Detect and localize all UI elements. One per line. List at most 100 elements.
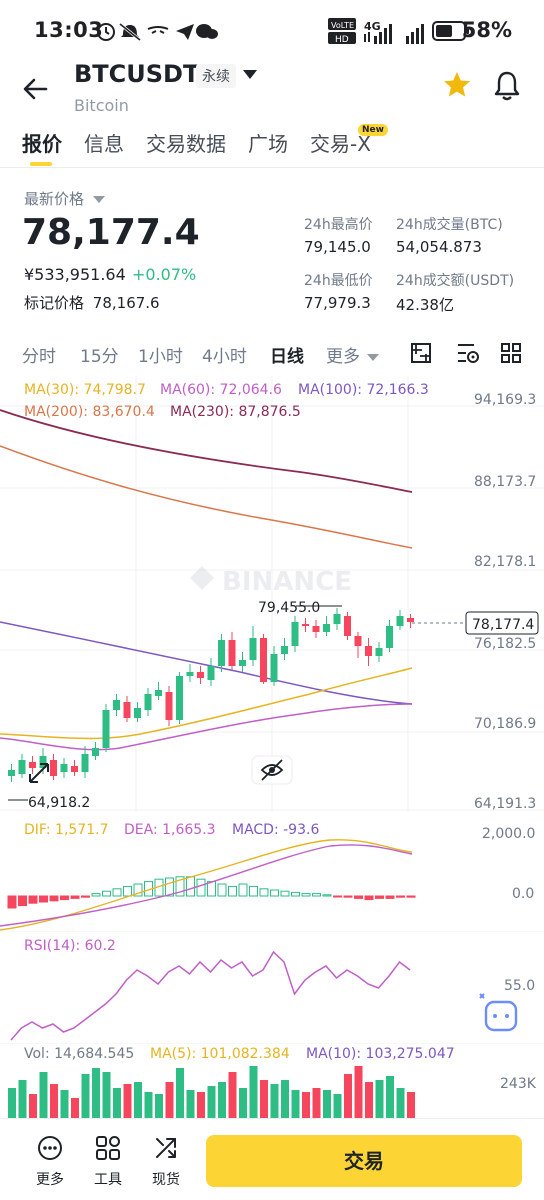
svg-text:HD: HD — [335, 35, 349, 45]
candle-body — [333, 614, 341, 624]
interval-more[interactable]: 更多 — [326, 342, 380, 367]
volume-bar — [71, 1098, 79, 1118]
volume-bar — [186, 1090, 195, 1118]
candle-body — [249, 638, 257, 660]
chart-settings-icon[interactable] — [410, 342, 432, 364]
tab-quote[interactable]: 报价 — [22, 128, 62, 157]
candle-body — [291, 622, 299, 646]
volume-bar — [396, 1088, 405, 1118]
status-icons-right: VoLTE HD 4G — [328, 18, 424, 45]
macd-bar — [60, 895, 69, 901]
y-tick-4: 70,186.9 — [474, 716, 536, 732]
candle-body — [239, 660, 246, 666]
candle-body — [102, 710, 110, 748]
volume-bar — [81, 1074, 90, 1118]
macd-bar — [270, 889, 279, 897]
pair-fullname: Bitcoin — [74, 96, 129, 115]
ai-assistant-icon[interactable] — [479, 993, 518, 1032]
macd-bar — [49, 895, 59, 902]
macd-bar — [301, 893, 311, 897]
macd-bar — [112, 888, 122, 897]
candle-body — [365, 646, 372, 656]
favorite-star-icon[interactable] — [442, 70, 472, 100]
ma200-legend: MA(200): 83,670.4 — [24, 404, 155, 420]
volume-bar — [291, 1090, 300, 1118]
macd-bar — [280, 890, 290, 897]
tools-grid-icon — [96, 1136, 120, 1160]
y-tick-2: 82,178.1 — [474, 554, 536, 570]
interval-1d[interactable]: 日线 — [270, 342, 304, 367]
volume-ma10: MA(10): 103,275.047 — [306, 1046, 455, 1062]
macd-bar — [217, 883, 227, 897]
volume-bar — [123, 1084, 132, 1118]
more-button[interactable]: 更多 — [28, 1135, 72, 1189]
candle-body — [281, 646, 288, 654]
macd-bar — [196, 878, 206, 897]
volume-bar — [260, 1080, 268, 1118]
candle-body — [165, 692, 173, 720]
high-marker: 79,455.0 — [258, 600, 320, 616]
volume-bar — [197, 1092, 205, 1118]
candle-body — [123, 702, 131, 718]
svg-text:BINANCE: BINANCE — [222, 567, 352, 597]
trade-button[interactable]: 交易 — [206, 1135, 522, 1187]
mark-price-label: 标记价格 — [24, 294, 85, 312]
macd-tick-zero: 0.0 — [512, 886, 534, 902]
macd-bar — [91, 893, 101, 897]
latest-price-label[interactable]: 最新价格 — [24, 188, 105, 209]
volume-bar — [60, 1090, 69, 1118]
volume-bars — [8, 1066, 415, 1118]
stat-vol-btc-label: 24h成交量(BTC) — [396, 217, 503, 233]
status-bar: 13:03 VoLTE HD 4G 58% — [0, 0, 544, 62]
y-tick-3: 76,182.5 — [474, 636, 536, 652]
tab-trading-data[interactable]: 交易数据 — [146, 128, 226, 157]
candle-body — [8, 770, 15, 776]
ma100-legend: MA(100): 72,166.3 — [298, 382, 429, 398]
macd-bar — [259, 888, 269, 897]
volume-bar — [18, 1080, 27, 1118]
candle-body — [81, 754, 89, 772]
binance-watermark: BINANCE — [190, 566, 352, 597]
interval-1h[interactable]: 1小时 — [138, 342, 183, 367]
pair-symbol[interactable]: BTCUSDT — [74, 60, 199, 88]
candle-body — [60, 764, 68, 772]
macd-bar — [312, 893, 321, 897]
svg-text:4G: 4G — [364, 20, 381, 33]
latest-price-caret-icon — [92, 196, 105, 203]
interval-4h[interactable]: 4小时 — [202, 342, 247, 367]
volume-bar — [155, 1094, 163, 1118]
candle-body — [386, 626, 393, 648]
ma60-legend: MA(60): 72,064.6 — [160, 382, 282, 398]
volume-bar — [344, 1074, 352, 1118]
volume-bar — [134, 1082, 142, 1118]
interval-15m[interactable]: 15分 — [80, 342, 119, 367]
candle-body — [396, 616, 404, 626]
layout-grid-icon[interactable] — [500, 342, 522, 364]
indicator-settings-icon[interactable] — [456, 342, 480, 364]
interval-time[interactable]: 分时 — [22, 342, 56, 367]
candle-body — [155, 690, 162, 696]
ma30-legend: MA(30): 74,798.7 — [24, 382, 146, 398]
candle-body — [302, 624, 309, 626]
candle-body — [134, 708, 141, 718]
candle-body — [354, 636, 362, 646]
tools-button[interactable]: 工具 — [86, 1135, 130, 1189]
macd-tick-top: 2,000.0 — [482, 826, 535, 842]
pair-dropdown-caret-icon[interactable] — [242, 68, 258, 80]
macd-bar — [385, 895, 395, 899]
tab-info[interactable]: 信息 — [84, 128, 124, 157]
candlestick-chart[interactable]: BINANCE 78,177.4 79,455.0 64,918.2 94,16… — [0, 376, 544, 812]
bottom-action-bar: 更多 工具 现货 交易 — [0, 1118, 544, 1200]
candle-body — [218, 640, 225, 666]
macd-bar — [322, 894, 332, 897]
spot-button[interactable]: 现货 — [144, 1135, 188, 1189]
volume-bar — [365, 1082, 373, 1118]
bell-icon[interactable] — [492, 70, 522, 102]
main-tabs: 报价 信息 交易数据 广场 交易-X New — [0, 124, 544, 168]
tab-square[interactable]: 广场 — [248, 128, 288, 157]
macd-chart: 2,000.0 0.0 — [0, 826, 544, 932]
volume-bar — [207, 1086, 216, 1118]
mark-price: 标记价格 78,167.6 — [24, 292, 160, 313]
hide-indicators-icon[interactable] — [251, 755, 293, 785]
back-arrow-icon[interactable] — [20, 72, 54, 106]
